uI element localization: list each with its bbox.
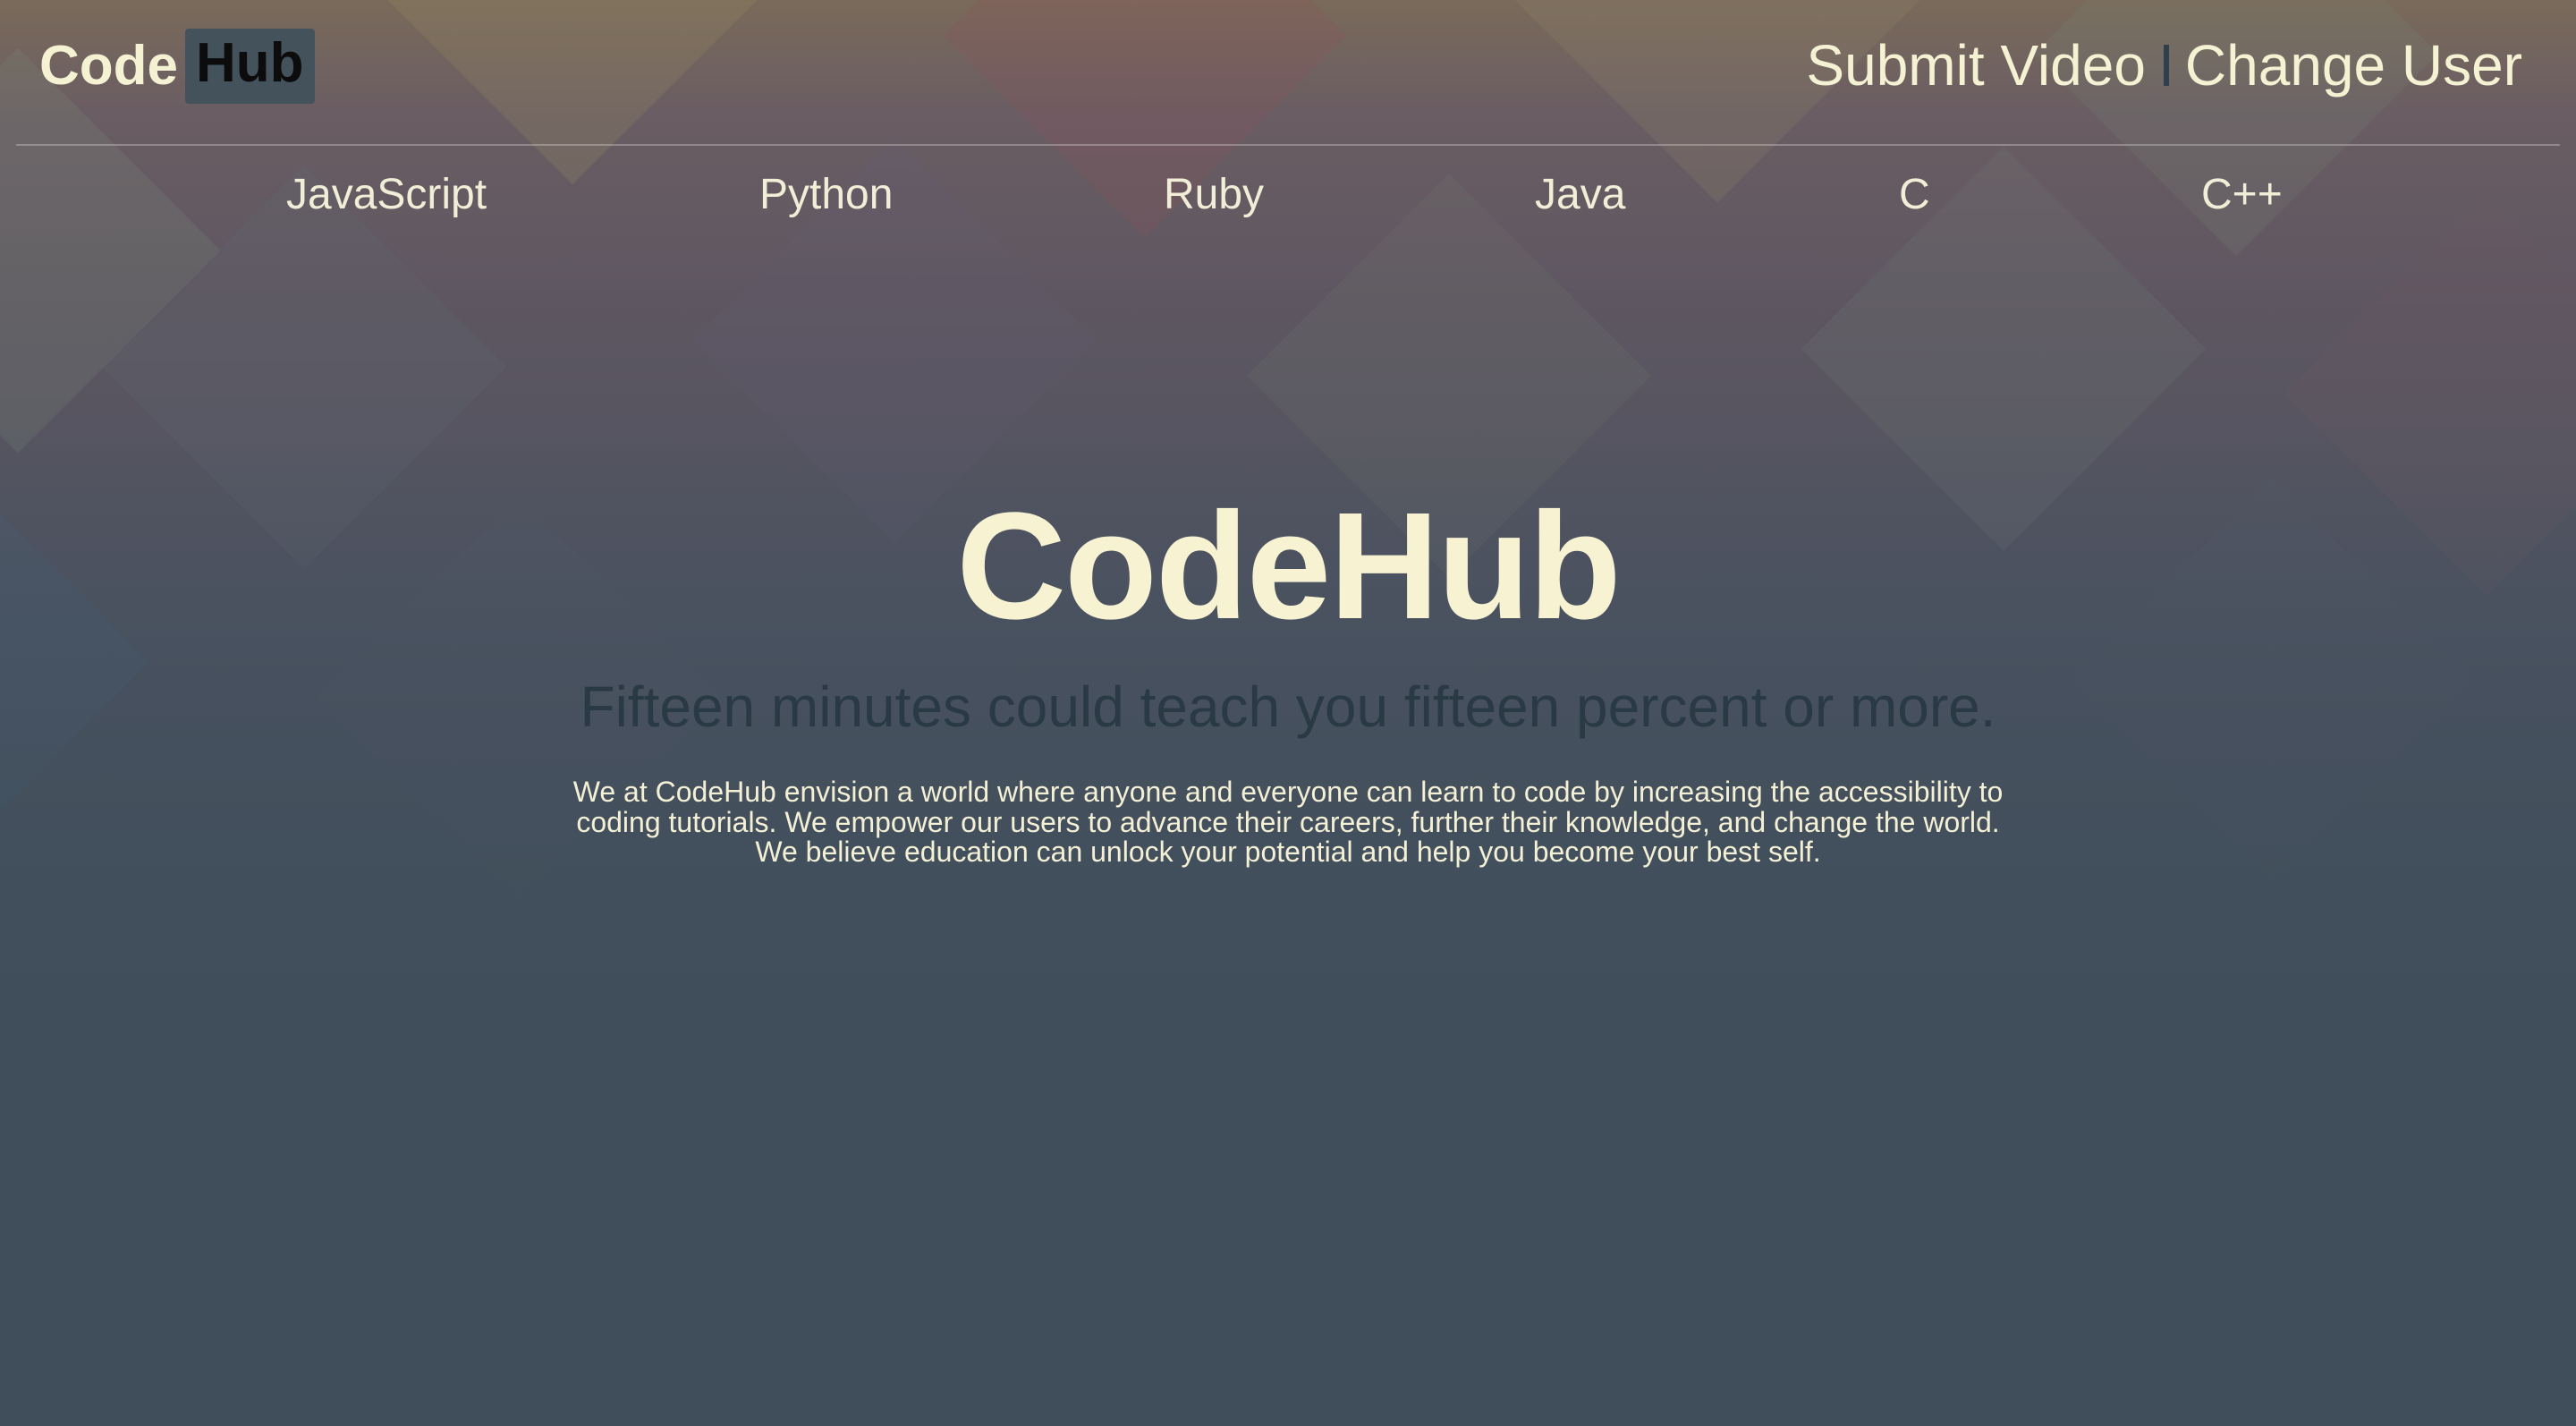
link-separator — [2163, 45, 2169, 86]
hero-title: CodeHub — [956, 481, 1621, 651]
nav-item-java[interactable]: Java — [1535, 170, 1625, 219]
header-divider — [16, 144, 2560, 146]
nav-item-ruby[interactable]: Ruby — [1164, 170, 1264, 219]
site-logo[interactable]: Code Hub — [39, 29, 315, 104]
hero-description: We at CodeHub envision a world where any… — [572, 776, 2004, 869]
change-user-link[interactable]: Change User — [2185, 32, 2522, 98]
submit-video-link[interactable]: Submit Video — [1806, 32, 2146, 98]
logo-code-text: Code — [39, 35, 178, 97]
top-header: Code Hub Submit Video Change User — [0, 0, 2576, 145]
language-nav: JavaScript Python Ruby Java C C++ — [0, 170, 2576, 233]
nav-item-javascript[interactable]: JavaScript — [286, 170, 487, 219]
user-links: Submit Video Change User — [1806, 32, 2522, 98]
logo-hub-badge: Hub — [185, 29, 315, 104]
hero-section: CodeHub Fifteen minutes could teach you … — [0, 483, 2576, 868]
hero-subtitle: Fifteen minutes could teach you fifteen … — [580, 675, 1996, 739]
nav-item-cpp[interactable]: C++ — [2201, 170, 2283, 219]
nav-item-python[interactable]: Python — [759, 170, 893, 219]
nav-item-c[interactable]: C — [1899, 170, 1930, 219]
